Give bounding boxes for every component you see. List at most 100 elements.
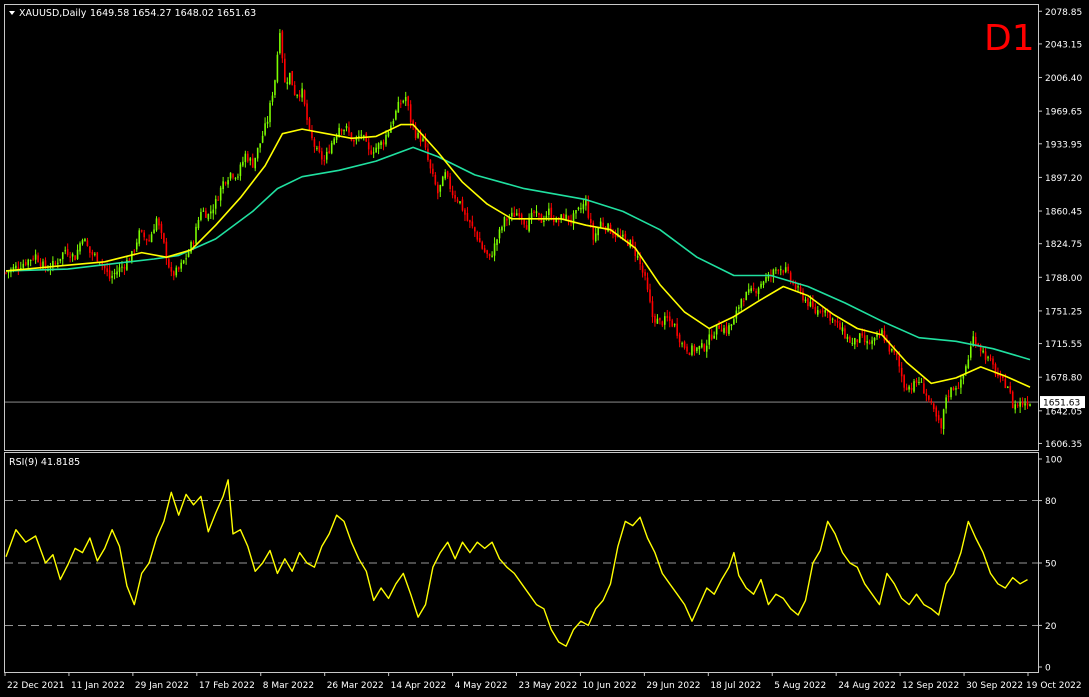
candle-bull <box>113 272 116 275</box>
candle-bear <box>306 103 308 120</box>
time-tick-label: 12 Sep 2022 <box>902 681 959 691</box>
candle-bull <box>846 336 849 340</box>
candle-bear <box>451 190 454 196</box>
candle-bear <box>947 395 950 397</box>
candle-bull <box>881 329 883 335</box>
candle-bear <box>812 300 814 308</box>
candle-bear <box>686 346 688 352</box>
candle-bear <box>1004 379 1007 388</box>
candle-bull <box>61 252 64 260</box>
candle-bear <box>974 336 977 346</box>
candle-bull <box>197 220 200 229</box>
candle-bull <box>343 129 345 132</box>
candle-bull <box>575 210 577 214</box>
candle-bear <box>140 230 143 232</box>
candle-bear <box>506 218 508 221</box>
candle-bull <box>745 292 748 301</box>
candle-bear <box>148 240 150 242</box>
candle-bear <box>486 250 488 255</box>
candle-bull <box>459 201 461 203</box>
candle-bear <box>69 256 71 258</box>
candle-bull <box>266 121 269 124</box>
candle-bear <box>106 268 108 272</box>
time-tick-label: 19 Oct 2022 <box>1026 681 1082 691</box>
candle-bear <box>898 355 901 367</box>
candle-bull <box>851 342 854 344</box>
candle-bear <box>449 176 451 189</box>
candle-bull <box>57 262 59 264</box>
candle-bear <box>91 251 94 255</box>
candle-bear <box>523 219 525 225</box>
candle-bear <box>251 158 254 168</box>
candle-bull <box>858 333 861 343</box>
candle-bear <box>720 329 723 332</box>
candle-bull <box>180 262 182 269</box>
candle-bear <box>937 415 940 421</box>
candle-bull <box>775 269 777 271</box>
candle-bear <box>168 259 170 268</box>
candle-bull <box>762 281 765 285</box>
time-tick-label: 30 Sep 2022 <box>966 681 1023 691</box>
candle-bear <box>651 301 654 318</box>
candle-bear <box>844 328 846 339</box>
candle-bear <box>429 159 432 169</box>
candle-bull <box>210 211 212 214</box>
candle-bull <box>784 267 787 272</box>
candle-bear <box>868 342 871 345</box>
candle-bear <box>725 326 728 334</box>
candle-bull <box>111 275 113 278</box>
candle-bull <box>153 229 155 234</box>
candle-bull <box>982 350 984 353</box>
candle-bull <box>871 340 873 344</box>
candle-bear <box>466 212 469 221</box>
candle-bull <box>404 97 407 102</box>
candle-bull <box>207 214 210 220</box>
candle-bear <box>589 218 592 223</box>
candle-bull <box>543 220 545 222</box>
price-tick-label: 1751.25 <box>1045 307 1082 317</box>
trading-chart[interactable]: 2078.85 2043.15 2006.40 1969.65 1933.95 1897.… <box>0 0 1089 697</box>
candle-bull <box>757 288 760 295</box>
candle-bear <box>471 221 474 227</box>
candle-bear <box>446 171 449 177</box>
candle-bull <box>362 135 365 137</box>
candle-bear <box>308 118 311 130</box>
candle-bear <box>849 336 851 343</box>
candle-bull <box>530 212 533 219</box>
candle-bear <box>419 133 422 142</box>
candle-bear <box>133 250 136 252</box>
candle-bear <box>177 267 180 270</box>
candle-bull <box>797 286 799 288</box>
candle-bear <box>163 233 165 243</box>
candle-bull <box>779 269 782 271</box>
candle-bear <box>340 129 343 132</box>
candle-bull <box>242 161 244 166</box>
candle-bull <box>866 341 868 344</box>
candle-bull <box>920 381 923 383</box>
candle-bull <box>380 141 382 145</box>
candle-bull <box>738 307 740 309</box>
candle-bear <box>217 199 220 201</box>
candle-bull <box>59 258 62 262</box>
candle-bear <box>752 288 755 290</box>
candle-bull <box>249 158 252 161</box>
candle-bear <box>814 307 817 314</box>
candle-bull <box>740 299 743 308</box>
candle-bear <box>407 96 409 106</box>
candle-bear <box>488 253 491 256</box>
candle-bull <box>269 102 271 123</box>
candle-bull <box>493 243 496 256</box>
candle-bull <box>214 199 217 209</box>
candle-bull <box>234 177 237 179</box>
candle-bull <box>955 388 957 390</box>
candle-bull <box>131 251 133 262</box>
candle-bull <box>577 207 580 210</box>
candle-bear <box>89 246 91 253</box>
candle-bull <box>264 123 266 135</box>
candle-bear <box>24 262 27 265</box>
candle-bull <box>824 310 826 313</box>
candle-bull <box>691 345 693 355</box>
candle-bear <box>323 160 326 162</box>
candle-bear <box>925 393 928 396</box>
candle-bull <box>441 176 444 187</box>
